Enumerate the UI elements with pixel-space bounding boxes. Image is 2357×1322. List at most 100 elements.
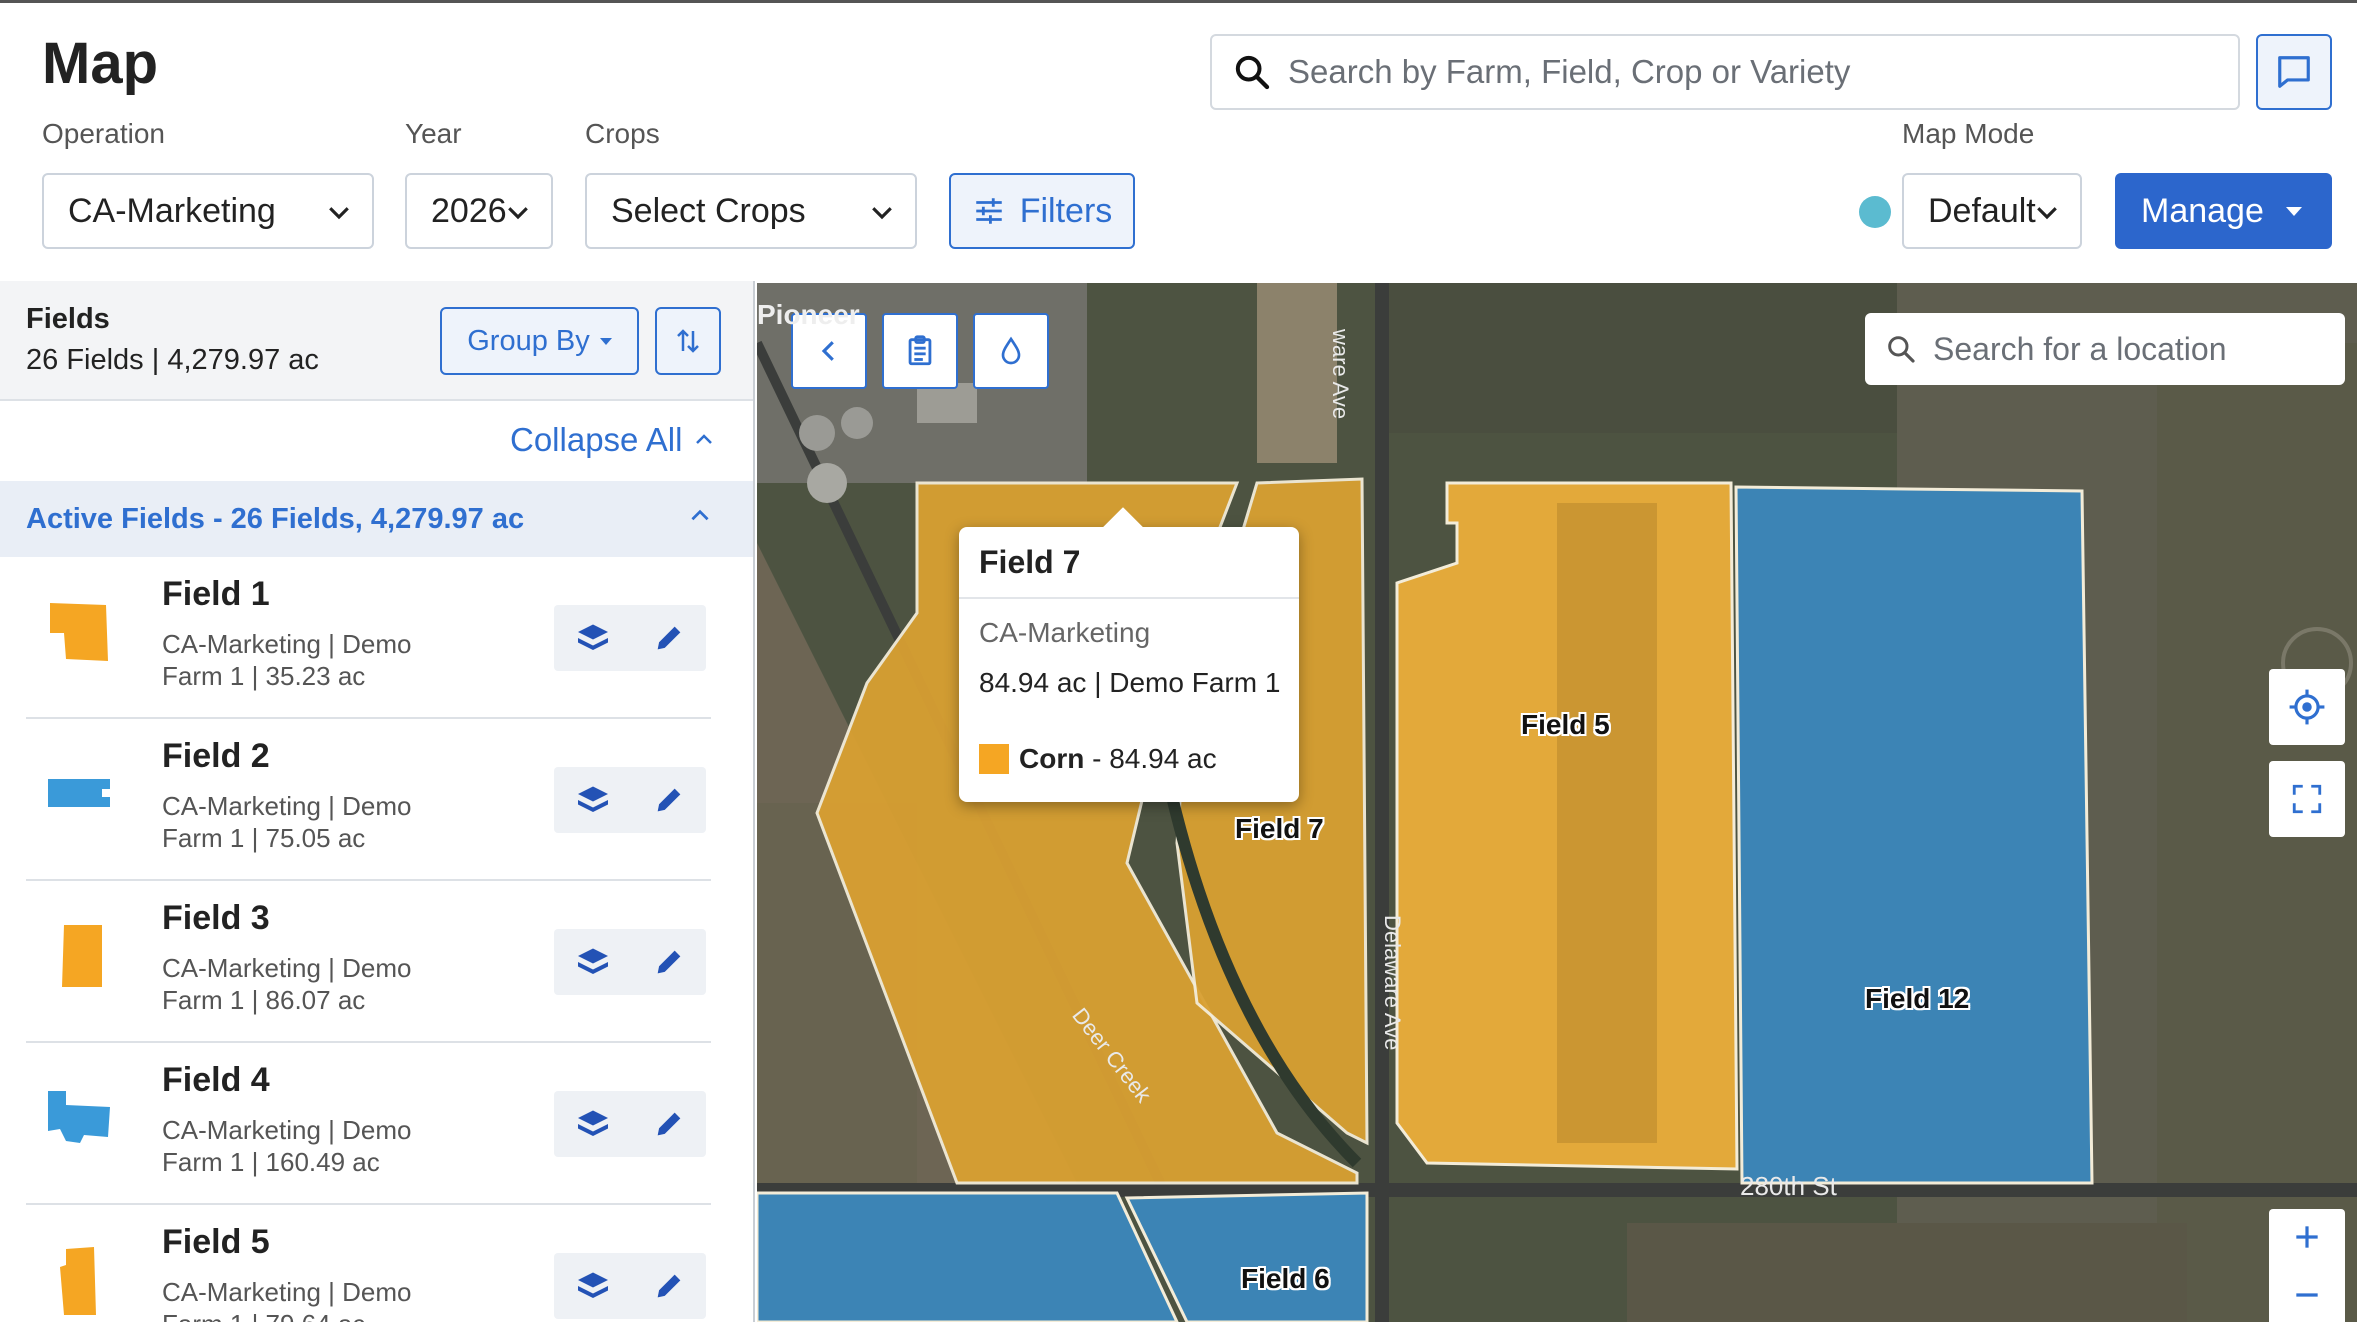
group-by-button[interactable]: Group By [440, 307, 639, 375]
field-farm-acres: Farm 1 | 75.05 ac [162, 823, 366, 853]
crops-select[interactable]: Select Crops [585, 173, 917, 249]
chat-button[interactable] [2256, 34, 2332, 110]
crops-label: Crops [585, 118, 660, 149]
popup-details: 84.94 ac | Demo Farm 1 [979, 667, 1281, 698]
edit-pencil-icon[interactable] [652, 621, 686, 655]
chevron-left-icon [821, 341, 834, 361]
field-1-shape [50, 603, 108, 661]
caret-down-icon [2286, 207, 2302, 216]
chat-icon [2278, 56, 2310, 88]
filters-button[interactable]: Filters [949, 173, 1135, 249]
crops-value: Select Crops [611, 191, 806, 230]
map-mode-indicator [1859, 196, 1891, 228]
field-list-item[interactable]: Field 3 CA-Marketing | Demo Farm 1 | 86.… [26, 881, 711, 1043]
popup-operation: CA-Marketing [979, 617, 1151, 648]
map-mode-select[interactable]: Default [1902, 173, 2082, 249]
field-actions [554, 929, 706, 995]
top-border [0, 0, 2357, 3]
field-list-item[interactable]: Field 5 CA-Marketing | Demo Farm 1 | 79.… [26, 1205, 711, 1322]
zoom-out-icon[interactable] [2291, 1279, 2323, 1311]
zoom-controls [2269, 1209, 2345, 1322]
locate-me-button[interactable] [2269, 669, 2345, 745]
caret-down-icon [599, 337, 612, 345]
global-search[interactable] [1210, 34, 2240, 110]
layers-icon[interactable] [575, 944, 611, 980]
field-shape-icon [62, 925, 102, 987]
layers-icon[interactable] [575, 782, 611, 818]
map-label-field-5: Field 5 [1521, 709, 1610, 740]
edit-pencil-icon[interactable] [652, 1107, 686, 1141]
field-list-item[interactable]: Field 2 CA-Marketing | Demo Farm 1 | 75.… [26, 719, 711, 881]
field-operation: CA-Marketing | Demo [162, 791, 412, 821]
global-search-input[interactable] [1288, 53, 2188, 91]
field-3-shape [62, 925, 102, 987]
map-field-blue-sw [757, 1191, 1179, 1322]
fullscreen-button[interactable] [2269, 761, 2345, 837]
collapse-all-link[interactable]: Collapse All [510, 421, 716, 459]
manage-button[interactable]: Manage [2115, 173, 2332, 249]
search-icon [1888, 336, 1915, 363]
field-actions [554, 1091, 706, 1157]
sort-button[interactable] [655, 307, 721, 375]
operation-select[interactable]: CA-Marketing [42, 173, 374, 249]
notes-button[interactable] [882, 313, 958, 389]
year-value: 2026 [431, 191, 507, 230]
group-title: Active Fields - 26 Fields, 4,279.97 ac [26, 502, 525, 535]
field-actions [554, 605, 706, 671]
layers-icon[interactable] [575, 1106, 611, 1142]
field-shape-icon [50, 603, 108, 661]
popup-title: Field 7 [959, 527, 1299, 599]
road-label-pioneer: Pioneer [757, 299, 860, 330]
field-farm-acres: Farm 1 | 35.23 ac [162, 661, 366, 691]
edit-pencil-icon[interactable] [652, 1269, 686, 1303]
field-info-popup[interactable]: Field 7 CA-Marketing 84.94 ac | Demo Far… [959, 507, 1299, 802]
edit-pencil-icon[interactable] [652, 783, 686, 817]
field-name: Field 3 [162, 899, 270, 937]
chevron-up-icon [696, 434, 713, 444]
field-shape-icon [48, 779, 110, 807]
field-farm-acres: Farm 1 | 160.49 ac [162, 1147, 380, 1177]
location-search-input[interactable] [1933, 330, 2313, 368]
location-search[interactable] [1865, 313, 2345, 385]
edit-pencil-icon[interactable] [652, 945, 686, 979]
year-select[interactable]: 2026 [405, 173, 553, 249]
sliders-icon [975, 198, 1002, 224]
clipboard-icon [908, 335, 932, 366]
droplet-icon [1001, 336, 1021, 365]
year-label: Year [405, 118, 462, 149]
field-name: Field 4 [162, 1061, 270, 1099]
field-list-item[interactable]: Field 4 CA-Marketing | Demo Farm 1 | 160… [26, 1043, 711, 1205]
map-label-field-6: Field 6 [1241, 1263, 1330, 1294]
collapse-all-label: Collapse All [510, 421, 683, 458]
field-5-shape [60, 1247, 96, 1315]
chevron-down-icon [329, 207, 349, 220]
field-shape-icon [60, 1247, 96, 1315]
layers-icon[interactable] [575, 1268, 611, 1304]
field-actions [554, 767, 706, 833]
road-label-delaware-top: ware Ave [1328, 329, 1353, 420]
popup-crop-name: Corn [1019, 743, 1085, 774]
zoom-in-icon[interactable] [2291, 1221, 2323, 1253]
field-farm-acres: Farm 1 | 79.64 ac [162, 1309, 365, 1322]
sidebar-summary: 26 Fields | 4,279.97 ac [26, 344, 319, 376]
layers-icon[interactable] [575, 620, 611, 656]
page-title: Map [42, 31, 158, 96]
chevron-down-icon [508, 207, 528, 220]
water-layer-button[interactable] [973, 313, 1049, 389]
map-mode-value: Default [1928, 191, 2036, 230]
field-name: Field 1 [162, 575, 270, 613]
field-list-item[interactable]: Field 1 CA-Marketing | Demo Farm 1 | 35.… [26, 557, 711, 719]
field-operation: CA-Marketing | Demo [162, 953, 412, 983]
map-view[interactable]: Pioneer ware Ave Delaware Ave Deer Creek… [757, 283, 2357, 1322]
map-field-12 [1734, 485, 2094, 1185]
popup-crop-area: - 84.94 ac [1084, 743, 1217, 774]
map-label-field-12: Field 12 [1865, 983, 1970, 1014]
filters-label: Filters [1019, 191, 1113, 230]
road-label-280th: 280th St [1740, 1171, 1837, 1201]
operation-value: CA-Marketing [68, 191, 276, 230]
chevron-down-icon [872, 207, 892, 220]
search-icon [1235, 55, 1270, 90]
crosshair-icon [2289, 689, 2325, 725]
active-fields-group-header[interactable]: Active Fields - 26 Fields, 4,279.97 ac [0, 481, 753, 557]
field-4-shape [48, 1091, 110, 1143]
